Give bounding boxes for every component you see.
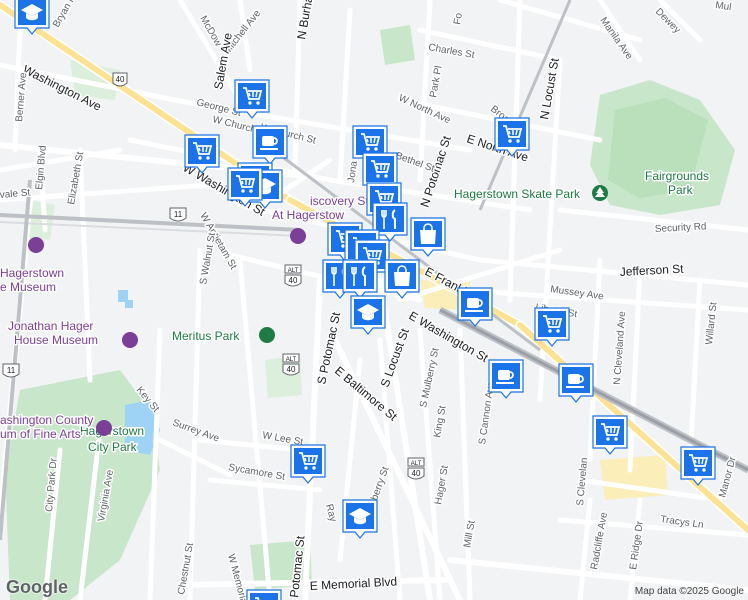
grocery-marker-icon — [185, 135, 219, 173]
route-shield-us11-left: 11 — [169, 207, 187, 222]
shopping-marker-icon — [411, 218, 445, 256]
label-park-pl: Park Pl — [428, 65, 444, 99]
grocery-marker-icon — [235, 80, 269, 118]
label-fo: Fo — [452, 12, 465, 26]
label-e-memorial-blvd: E Memorial Blvd — [309, 574, 397, 593]
route-shield-us40-top: 40 — [112, 72, 128, 87]
label-hagerstown-museum-2: e Museum — [0, 280, 56, 294]
label-ray: Ray — [323, 503, 338, 523]
label-king-st: King St — [432, 405, 448, 439]
svg-text:11: 11 — [7, 366, 16, 375]
cafe-marker-icon — [458, 288, 492, 326]
label-fairgrounds-park-2: Park — [668, 183, 694, 197]
svg-text:40: 40 — [412, 469, 421, 478]
grocery-marker-icon — [681, 447, 715, 485]
grocery-marker-icon — [593, 416, 627, 454]
label-manor-dr: Manor Dr — [717, 455, 739, 499]
route-shield-alt40-mid: ALT 40 — [282, 353, 300, 376]
svg-text:11: 11 — [174, 210, 183, 219]
label-discovery-station-2: At Hagerstow — [272, 208, 344, 222]
grocery-marker-icon — [228, 168, 262, 206]
hagerstown-museum-icon — [28, 237, 44, 253]
cafe-marker-icon — [253, 126, 287, 164]
cafe-marker-icon — [489, 360, 523, 398]
map-attribution: Map data ©2025 Google — [634, 586, 744, 597]
svg-text:40: 40 — [116, 75, 125, 84]
label-hagerstown-skate-park: Hagerstown Skate Park — [454, 187, 581, 201]
svg-text:ALT: ALT — [411, 461, 422, 467]
label-n-cleveland-ave: N Cleveland Ave — [612, 310, 628, 385]
cafe-marker-icon — [559, 364, 593, 402]
label-hagerstown-museum-1: Hagerstown — [0, 266, 64, 280]
grocery-marker-icon — [495, 118, 529, 156]
discovery-station-icon — [290, 228, 306, 244]
label-hager-st: Hager St — [433, 465, 451, 506]
svg-text:ALT: ALT — [286, 357, 297, 363]
label-radcliffe-ave: Radcliffe Ave — [589, 511, 610, 570]
label-washington-county-2: um of Fine Arts — [0, 427, 81, 441]
label-city-park-2: City Park — [88, 440, 138, 454]
label-mul: Mul — [715, 0, 732, 13]
route-shield-alt40-lower: ALT 40 — [407, 457, 425, 480]
grocery-marker-icon — [291, 445, 325, 483]
school-marker-icon — [343, 500, 377, 538]
svg-text:40: 40 — [289, 276, 298, 285]
route-shield-us11-bottom: 11 — [2, 363, 20, 378]
route-shield-alt40-upper: ALT 40 — [284, 264, 302, 287]
google-logo: Google — [6, 577, 68, 597]
meritus-park-icon — [259, 327, 275, 343]
svg-text:ALT: ALT — [288, 268, 299, 274]
label-discovery-station-1: iscovery Sta — [310, 194, 376, 208]
label-meritus-park: Meritus Park — [172, 329, 240, 343]
label-security-rd: Security Rd — [655, 221, 707, 235]
svg-text:40: 40 — [287, 365, 296, 374]
jonathan-hager-museum-icon — [122, 332, 138, 348]
restaurant-marker-icon — [343, 260, 377, 298]
label-mill-st: Mill St — [462, 520, 478, 549]
map-canvas[interactable]: 40 11 11 ALT 40 ALT 40 ALT 40 Washington… — [0, 0, 748, 600]
label-bethel-st: Bethel St — [394, 150, 436, 174]
label-elgin-blvd: Elgin Blvd — [34, 145, 49, 190]
grocery-marker-icon — [535, 308, 569, 346]
shopping-marker-icon — [385, 260, 419, 298]
school-marker-icon — [351, 296, 385, 334]
label-charles-st: Charles St — [427, 42, 475, 61]
label-fairgrounds-park-1: Fairgrounds — [645, 169, 709, 183]
washington-county-museum-icon — [96, 420, 112, 436]
label-jonathan-hager-2: House Museum — [14, 333, 98, 347]
label-bryan-pl: Bryan Pl — [51, 0, 79, 30]
grocery-marker-icon — [247, 590, 281, 600]
label-jonathan-hager-1: Jonathan Hager — [8, 319, 93, 333]
label-jonathan: Jona — [346, 160, 360, 183]
label-washington-county-1: ashington County — [0, 413, 93, 427]
